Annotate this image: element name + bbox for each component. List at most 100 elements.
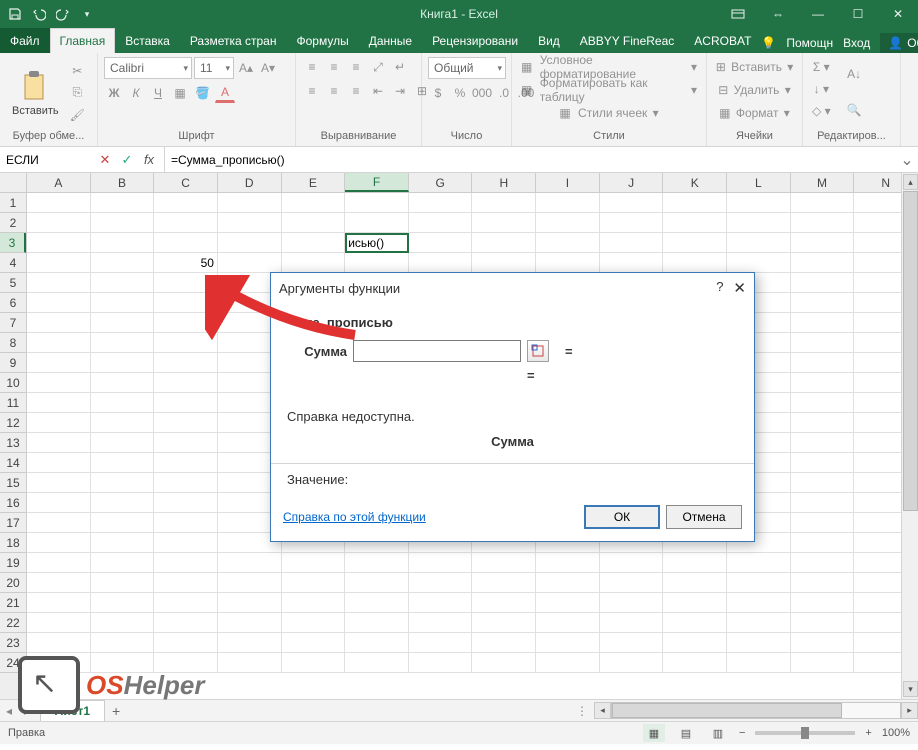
zoom-in-icon[interactable]: + — [865, 727, 871, 739]
cell[interactable] — [472, 593, 536, 613]
row-header[interactable]: 4 — [0, 253, 26, 273]
cell[interactable] — [600, 633, 664, 653]
cell[interactable] — [282, 633, 346, 653]
page-break-view-icon[interactable]: ▥ — [707, 724, 729, 742]
align-center-icon[interactable]: ≡ — [324, 81, 344, 101]
maximize-icon[interactable]: ☐ — [838, 0, 878, 28]
cell[interactable] — [91, 433, 155, 453]
share-button[interactable]: 👤 Общий доступ — [880, 33, 918, 53]
cell[interactable] — [345, 213, 409, 233]
cell[interactable] — [154, 473, 218, 493]
ok-button[interactable]: ОК — [584, 505, 660, 529]
cell[interactable] — [791, 333, 855, 353]
row-header[interactable]: 1 — [0, 193, 26, 213]
dialog-close-icon[interactable]: ✕ — [733, 279, 746, 297]
function-help-link[interactable]: Справка по этой функции — [283, 510, 426, 524]
row-header[interactable]: 23 — [0, 633, 26, 653]
cell[interactable] — [27, 393, 91, 413]
decrease-indent-icon[interactable]: ⇤ — [368, 81, 388, 101]
cell[interactable] — [663, 553, 727, 573]
name-box[interactable]: ▾ — [0, 147, 90, 172]
cell[interactable] — [727, 213, 791, 233]
cell[interactable] — [536, 253, 600, 273]
cell[interactable] — [472, 193, 536, 213]
ribbon-display-icon[interactable] — [718, 0, 758, 28]
cell[interactable] — [27, 533, 91, 553]
column-header[interactable]: A — [27, 173, 91, 192]
tab-layout[interactable]: Разметка стран — [180, 28, 287, 53]
zoom-slider[interactable] — [755, 731, 855, 735]
align-right-icon[interactable]: ≡ — [346, 81, 366, 101]
cell[interactable] — [154, 633, 218, 653]
cell[interactable] — [600, 593, 664, 613]
cell[interactable] — [218, 253, 282, 273]
expand-formula-bar-icon[interactable]: ⌄ — [896, 147, 918, 172]
percent-icon[interactable]: % — [450, 83, 470, 103]
row-header[interactable]: 13 — [0, 433, 26, 453]
cell[interactable] — [791, 613, 855, 633]
tab-view[interactable]: Вид — [528, 28, 570, 53]
cell[interactable] — [536, 233, 600, 253]
cell[interactable] — [727, 573, 791, 593]
row-header[interactable]: 20 — [0, 573, 26, 593]
cell[interactable] — [663, 613, 727, 633]
cell[interactable] — [791, 293, 855, 313]
cell[interactable] — [218, 233, 282, 253]
cell[interactable] — [27, 473, 91, 493]
cell[interactable] — [663, 253, 727, 273]
cell[interactable] — [27, 613, 91, 633]
wrap-text-icon[interactable]: ↵ — [390, 57, 410, 77]
cell[interactable] — [91, 353, 155, 373]
cell[interactable] — [600, 253, 664, 273]
save-icon[interactable] — [4, 3, 26, 25]
cell[interactable] — [27, 333, 91, 353]
scroll-left-icon[interactable]: ◂ — [594, 702, 611, 719]
cell[interactable] — [91, 633, 155, 653]
cell[interactable] — [91, 453, 155, 473]
cell[interactable] — [27, 633, 91, 653]
cut-icon[interactable]: ✂ — [67, 61, 88, 81]
cell[interactable] — [409, 213, 473, 233]
cell[interactable] — [218, 613, 282, 633]
cell[interactable] — [791, 553, 855, 573]
cell[interactable] — [91, 553, 155, 573]
align-middle-icon[interactable]: ≡ — [324, 57, 344, 77]
cell[interactable] — [791, 573, 855, 593]
cell[interactable] — [154, 553, 218, 573]
row-header[interactable]: 21 — [0, 593, 26, 613]
cell[interactable] — [27, 373, 91, 393]
cell[interactable] — [600, 573, 664, 593]
cell[interactable] — [91, 493, 155, 513]
decrease-font-icon[interactable]: A▾ — [258, 58, 278, 78]
cell[interactable] — [27, 433, 91, 453]
cell[interactable] — [91, 333, 155, 353]
cell[interactable] — [154, 433, 218, 453]
cell[interactable] — [91, 373, 155, 393]
tab-formulas[interactable]: Формулы — [286, 28, 358, 53]
cell[interactable] — [409, 553, 473, 573]
cell[interactable] — [727, 193, 791, 213]
minimize-icon[interactable]: — — [798, 0, 838, 28]
scroll-right-icon[interactable]: ▸ — [901, 702, 918, 719]
cell[interactable] — [472, 233, 536, 253]
cell[interactable] — [91, 473, 155, 493]
clear-icon[interactable]: ◇ ▾ — [809, 101, 834, 121]
sheet-nav-prev-icon[interactable]: ◂ — [0, 704, 18, 718]
cell[interactable] — [27, 513, 91, 533]
cell[interactable] — [663, 193, 727, 213]
cell[interactable] — [791, 453, 855, 473]
cell[interactable] — [536, 633, 600, 653]
cell[interactable] — [791, 433, 855, 453]
increase-decimal-icon[interactable]: .0 — [494, 83, 514, 103]
cell[interactable] — [91, 593, 155, 613]
column-header[interactable]: D — [218, 173, 282, 192]
cell[interactable] — [663, 233, 727, 253]
cell[interactable] — [91, 393, 155, 413]
fullscreen-icon[interactable]: ⇔ — [758, 0, 798, 28]
column-header[interactable]: I — [536, 173, 600, 192]
qat-customize-icon[interactable]: ▾ — [76, 3, 98, 25]
cell[interactable] — [345, 653, 409, 673]
hscroll-thumb[interactable] — [612, 703, 842, 718]
row-header[interactable]: 17 — [0, 513, 26, 533]
column-header[interactable]: B — [91, 173, 155, 192]
